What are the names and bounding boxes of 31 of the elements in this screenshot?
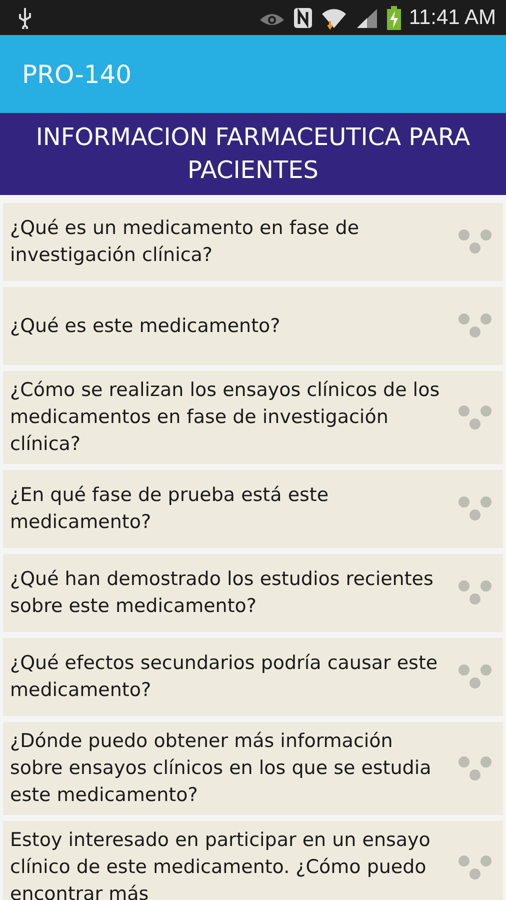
- question-text: ¿Dónde puedo obtener más información sobre ensayos clínicos en los que se estudia este medicamento?: [10, 729, 432, 808]
- question-item[interactable]: ¿En qué fase de prueba está este medicamento?: [3, 470, 503, 548]
- question-text: Estoy interesado en participar en un ensayo clínico de este medicamento. ¿Cómo puedo encontrar más: [10, 828, 432, 900]
- question-text: ¿Qué es un medicamento en fase de investigación clínica?: [10, 216, 360, 268]
- battery-icon: [386, 6, 401, 30]
- signal-icon: [354, 6, 379, 28]
- question-item[interactable]: ¿Dónde puedo obtener más información sobre ensayos clínicos en los que se estudia este medicamento?: [3, 722, 503, 815]
- question-item[interactable]: ¿Qué han demostrado los estudios recientes sobre este medicamento?: [3, 554, 503, 632]
- header-title: INFORMACION FARMACEUTICA PARA PACIENTES: [34, 122, 472, 186]
- question-text: ¿Qué es este medicamento?: [10, 314, 282, 338]
- question-text: ¿Cómo se realizan los ensayos clínicos de los medicamentos en fase de investigación clínica?: [10, 378, 441, 457]
- dots-icon: [457, 663, 493, 691]
- nfc-icon: [292, 6, 313, 28]
- usb-icon: [18, 6, 32, 28]
- question-text: ¿Qué han demostrado los estudios recientes sobre este medicamento?: [10, 567, 434, 619]
- question-text: ¿Qué efectos secundarios podría causar este medicamento?: [10, 651, 439, 703]
- dots-icon: [457, 854, 493, 882]
- dots-icon: [457, 754, 493, 782]
- dots-icon: [457, 579, 493, 607]
- question-item[interactable]: Estoy interesado en participar en un ensayo clínico de este medicamento. ¿Cómo puedo encontrar más: [3, 821, 503, 900]
- question-item[interactable]: ¿Qué es este medicamento?: [3, 287, 503, 365]
- status-time: 11:41 AM: [408, 6, 496, 30]
- question-item[interactable]: ¿Qué efectos secundarios podría causar este medicamento?: [3, 638, 503, 716]
- dots-icon: [457, 312, 493, 340]
- app-title: PRO-140: [22, 60, 132, 89]
- question-item[interactable]: ¿Cómo se realizan los ensayos clínicos de los medicamentos en fase de investigación clínica?: [3, 371, 503, 464]
- question-text: ¿En qué fase de prueba está este medicamento?: [10, 483, 330, 535]
- dots-icon: [457, 228, 493, 256]
- dots-icon: [457, 495, 493, 523]
- dots-icon: [457, 404, 493, 432]
- question-item[interactable]: ¿Qué es un medicamento en fase de investigación clínica?: [3, 203, 503, 281]
